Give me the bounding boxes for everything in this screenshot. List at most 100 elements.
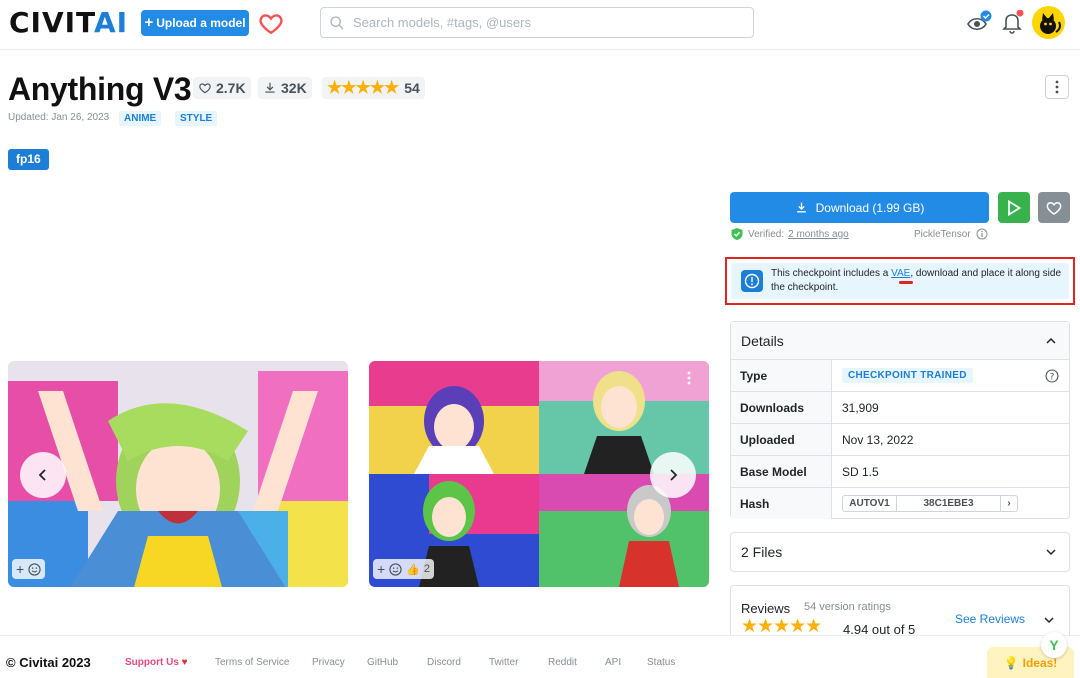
version-tab-fp16[interactable]: fp16	[8, 149, 49, 170]
reaction-bar[interactable]: +	[12, 559, 46, 579]
rating-stars: ★★★★★	[327, 78, 399, 97]
download-button[interactable]: Download (1.99 GB)	[730, 192, 989, 223]
favorite-button[interactable]	[1038, 192, 1070, 223]
footer-link-privacy[interactable]: Privacy	[312, 657, 345, 668]
footer-link-support[interactable]: Support Us ♥	[125, 657, 188, 668]
footer-link-discord[interactable]: Discord	[427, 657, 461, 668]
cat-avatar-icon	[1040, 13, 1061, 34]
footer-link-api[interactable]: API	[605, 657, 621, 668]
help-icon[interactable]: ?	[1045, 368, 1059, 383]
details-value: 31,909	[842, 400, 879, 415]
gallery-prev-button[interactable]	[20, 452, 66, 498]
details-value: Nov 13, 2022	[842, 432, 914, 447]
details-key: Hash	[731, 488, 832, 519]
info-icon[interactable]	[976, 228, 988, 240]
upload-model-button[interactable]: + Upload a model	[141, 10, 249, 36]
files-label: 2 Files	[741, 544, 783, 560]
tag-anime[interactable]: ANIME	[119, 111, 162, 126]
likes-count: 2.7K	[216, 80, 246, 96]
reaction-count: 2	[423, 563, 431, 575]
details-row-downloads: Downloads 31,909	[731, 391, 1069, 423]
chevron-left-icon	[38, 469, 46, 481]
image-menu-icon[interactable]	[687, 371, 693, 387]
verified-status: Verified: 2 months ago	[730, 227, 849, 241]
reviews-stars: ★★★★★	[741, 616, 822, 637]
chevron-right-icon	[670, 469, 678, 481]
eye-icon[interactable]	[966, 10, 992, 34]
page-title: Anything V3	[8, 71, 192, 107]
chevron-down-icon	[1046, 549, 1056, 556]
top-header: CIVITAI + Upload a model Search models, …	[0, 0, 1080, 50]
alert-message: This checkpoint includes a VAE, download…	[771, 268, 1062, 293]
civitai-logo[interactable]: CIVITAI	[9, 8, 128, 38]
run-model-button[interactable]	[998, 192, 1030, 223]
exclamation-circle-icon	[744, 273, 760, 289]
footer: © Civitai 2023 Support Us ♥ Terms of Ser…	[0, 635, 1080, 678]
footer-link-terms[interactable]: Terms of Service	[215, 657, 289, 668]
details-row-base-model: Base Model SD 1.5	[731, 455, 1069, 487]
scanner-label: PickleTensor	[914, 228, 988, 240]
chevron-up-icon	[1046, 337, 1056, 344]
smile-icon	[28, 562, 41, 576]
smile-icon	[389, 562, 402, 576]
tag-style[interactable]: STYLE	[175, 111, 218, 126]
downloads-stat: 32K	[258, 77, 312, 99]
avatar[interactable]	[1032, 6, 1065, 39]
hash-box[interactable]: AUTOV1 38C1EBE3 ›	[842, 495, 1018, 512]
details-heading: Details	[741, 332, 784, 349]
footer-link-twitter[interactable]: Twitter	[489, 657, 518, 668]
feedback-y-icon[interactable]: Y	[1041, 632, 1067, 658]
download-label: Download (1.99 GB)	[815, 200, 925, 215]
svg-text:?: ?	[1050, 372, 1055, 382]
verified-prefix: Verified:	[748, 228, 785, 240]
footer-link-reddit[interactable]: Reddit	[548, 657, 577, 668]
search-icon	[330, 15, 344, 29]
search-placeholder: Search models, #tags, @users	[353, 15, 531, 30]
heart-outline-icon	[199, 83, 211, 94]
gallery-image-2[interactable]: + 👍 2	[369, 361, 709, 587]
more-options-button[interactable]	[1045, 75, 1069, 99]
lightbulb-icon: 💡	[1003, 655, 1019, 670]
vae-underline-mark	[899, 281, 913, 284]
details-key: Downloads	[731, 392, 832, 423]
verified-time-link[interactable]: 2 months ago	[788, 229, 849, 240]
chevron-down-icon[interactable]	[1043, 614, 1055, 626]
files-accordion[interactable]: 2 Files	[730, 532, 1070, 572]
details-header[interactable]: Details	[731, 322, 1069, 359]
rating-stat[interactable]: ★★★★★ 54	[322, 77, 425, 99]
rating-count: 54	[404, 80, 420, 96]
heart-icon: ♥	[181, 657, 188, 668]
add-reaction-icon: +	[377, 561, 386, 577]
details-row-type: Type CHECKPOINT TRAINED ?	[731, 359, 1069, 391]
kebab-icon	[687, 371, 691, 385]
gallery-image-1[interactable]: +	[8, 361, 348, 587]
heart-icon[interactable]	[258, 10, 284, 36]
thumbs-up-icon: 👍	[406, 563, 420, 576]
likes-stat[interactable]: 2.7K	[193, 77, 251, 99]
footer-link-github[interactable]: GitHub	[367, 657, 398, 668]
add-reaction-icon: +	[16, 561, 25, 577]
bell-icon[interactable]	[1002, 10, 1024, 34]
details-value: SD 1.5	[842, 464, 879, 479]
details-card: Details Type CHECKPOINT TRAINED ? Downlo…	[730, 321, 1070, 519]
gallery-next-button[interactable]	[650, 452, 696, 498]
upload-model-label: Upload a model	[156, 16, 246, 30]
reaction-bar[interactable]: + 👍 2	[373, 559, 435, 579]
play-icon	[1008, 199, 1021, 216]
hash-value: 38C1EBE3	[897, 496, 1001, 511]
details-key: Base Model	[731, 456, 832, 487]
hash-type: AUTOV1	[843, 496, 897, 511]
plus-icon: +	[144, 14, 154, 31]
type-badge: CHECKPOINT TRAINED	[842, 368, 973, 383]
see-reviews-link[interactable]: See Reviews	[955, 612, 1025, 626]
heart-icon	[1046, 201, 1062, 215]
download-icon	[265, 82, 275, 93]
scanner-name: PickleTensor	[914, 228, 971, 240]
vae-link[interactable]: VAE	[891, 268, 910, 279]
chevron-right-icon[interactable]: ›	[1001, 496, 1017, 511]
reviews-count: 54 version ratings	[804, 601, 891, 613]
alert-icon	[741, 270, 763, 292]
search-input[interactable]: Search models, #tags, @users	[320, 7, 754, 38]
footer-link-status[interactable]: Status	[647, 657, 675, 668]
shield-check-icon	[731, 228, 743, 240]
